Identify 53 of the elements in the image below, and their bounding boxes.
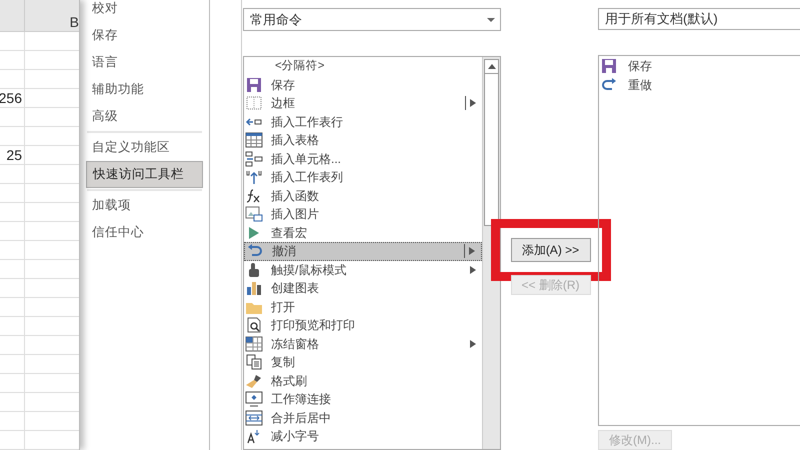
command-item[interactable]: 插入工作表列	[244, 168, 482, 186]
nav-item[interactable]: 高级	[86, 103, 203, 130]
grid-panes-icon	[245, 336, 263, 352]
command-item[interactable]: 插入函数	[244, 186, 482, 205]
command-item[interactable]: 减小字号	[244, 427, 482, 446]
paintbrush-icon	[245, 372, 263, 389]
toolbar-item[interactable]: 重做	[599, 75, 800, 94]
command-item[interactable]: 查看宏	[244, 224, 482, 242]
table-cell-text: 25	[6, 146, 22, 164]
command-item[interactable]: 插入表格	[244, 131, 482, 150]
nav-item[interactable]: 加载项	[86, 192, 203, 219]
bar-chart-icon	[245, 280, 263, 296]
commands-dropdown[interactable]: 常用命令	[243, 8, 501, 31]
insert-cells-icon	[245, 150, 263, 167]
copy-pages-icon	[245, 354, 263, 370]
insert-column-icon	[245, 169, 263, 186]
nav-item[interactable]: 信任中心	[86, 219, 203, 246]
command-item[interactable]: 边框	[244, 94, 482, 112]
command-item[interactable]: 创建图表	[244, 279, 482, 298]
nav-item[interactable]: 语言	[86, 49, 203, 76]
scrollbar[interactable]	[482, 57, 500, 449]
toolbar-item[interactable]: 保存	[599, 56, 800, 76]
magnifier-page-icon	[245, 317, 263, 334]
redo-arrow-icon	[600, 76, 618, 93]
dotted-grid-icon	[245, 95, 263, 112]
monitor-icon	[245, 391, 263, 408]
command-item[interactable]: 冻结窗格	[244, 334, 482, 353]
command-item[interactable]: 触摸/鼠标模式	[244, 260, 482, 279]
add-button[interactable]: 添加(A) >>	[510, 238, 590, 262]
command-item[interactable]: 工作簿连接	[244, 390, 482, 408]
column-header: B	[68, 13, 79, 31]
command-item[interactable]: 插入图片	[244, 205, 482, 224]
command-item[interactable]: 合并后居中	[244, 408, 482, 427]
dropdown-arrow-icon	[486, 16, 496, 22]
command-item[interactable]: 插入单元格...	[244, 150, 482, 168]
command-item[interactable]: 格式刷	[244, 372, 482, 390]
scope-dropdown[interactable]: 用于所有文档(默认)	[598, 8, 800, 30]
command-item[interactable]: 保存	[244, 76, 482, 94]
scroll-up-icon	[488, 64, 496, 69]
nav-item[interactable]: 自定义功能区	[86, 134, 203, 161]
picture-icon	[245, 206, 263, 222]
command-item[interactable]: 插入工作表行	[244, 112, 482, 131]
command-item[interactable]: <分隔符>	[244, 57, 482, 76]
nav-item[interactable]: 辅助功能	[86, 76, 203, 103]
command-item[interactable]: 打印预览和打印	[244, 316, 482, 334]
merge-center-icon	[245, 410, 263, 426]
command-item[interactable]: 打开	[244, 298, 482, 316]
table-icon	[245, 132, 263, 148]
nav-item[interactable]: 校对	[86, 0, 203, 22]
nav-item[interactable]: 保存	[86, 22, 203, 49]
command-item[interactable]: 复制	[244, 353, 482, 372]
command-item[interactable]: 撤消	[244, 242, 482, 260]
nav-item[interactable]: 快速访问工具栏	[86, 161, 203, 188]
